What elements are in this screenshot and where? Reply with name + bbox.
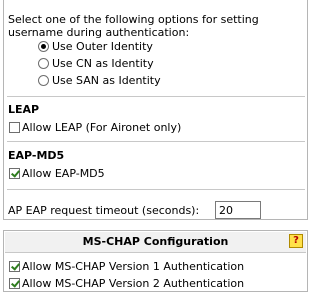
eap-md5-title: EAP-MD5 (8, 149, 65, 162)
help-icon[interactable]: ? (289, 234, 303, 248)
radio-button[interactable] (38, 74, 49, 86)
allow-eap-md5-label: Allow EAP-MD5 (22, 166, 105, 180)
ms-chap-title: MS-CHAP Configuration (82, 235, 229, 248)
timeout-input[interactable] (215, 201, 261, 219)
radio-button[interactable] (38, 57, 49, 69)
allow-eap-md5-option[interactable]: Allow EAP-MD5 (9, 166, 105, 180)
timeout-label: AP EAP request timeout (seconds): (8, 204, 200, 217)
leap-title: LEAP (8, 103, 40, 116)
allow-leap-option[interactable]: Allow LEAP (For Aironet only) (9, 120, 181, 134)
section-divider (7, 189, 305, 190)
eap-options-panel: Select one of the following options for … (3, 0, 308, 220)
allow-leap-checkbox[interactable] (9, 121, 20, 133)
radio-label: Use CN as Identity (52, 56, 154, 70)
ms-chap-v1-checkbox[interactable] (9, 260, 20, 272)
radio-button[interactable] (38, 40, 49, 52)
ms-chap-v1-label: Allow MS-CHAP Version 1 Authentication (22, 259, 245, 273)
radio-label: Use SAN as Identity (52, 73, 161, 87)
ms-chap-v2-label: Allow MS-CHAP Version 2 Authentication (22, 276, 245, 290)
section-divider (7, 96, 305, 97)
ms-chap-v1-option[interactable]: Allow MS-CHAP Version 1 Authentication (9, 259, 244, 273)
identity-prompt: Select one of the following options for … (8, 13, 259, 39)
allow-eap-md5-checkbox[interactable] (9, 167, 20, 179)
ms-chap-v2-option[interactable]: Allow MS-CHAP Version 2 Authentication (9, 276, 244, 290)
ms-chap-v2-checkbox[interactable] (9, 277, 20, 289)
radio-san-identity[interactable]: Use SAN as Identity (38, 72, 161, 88)
radio-label: Use Outer Identity (52, 39, 153, 53)
ms-chap-header: MS-CHAP Configuration ? (5, 232, 306, 253)
radio-outer-identity[interactable]: Use Outer Identity (38, 38, 153, 54)
section-divider (7, 141, 305, 142)
allow-leap-label: Allow LEAP (For Aironet only) (22, 120, 182, 134)
ms-chap-panel: MS-CHAP Configuration ? Allow MS-CHAP Ve… (3, 230, 308, 292)
radio-cn-identity[interactable]: Use CN as Identity (38, 55, 154, 71)
